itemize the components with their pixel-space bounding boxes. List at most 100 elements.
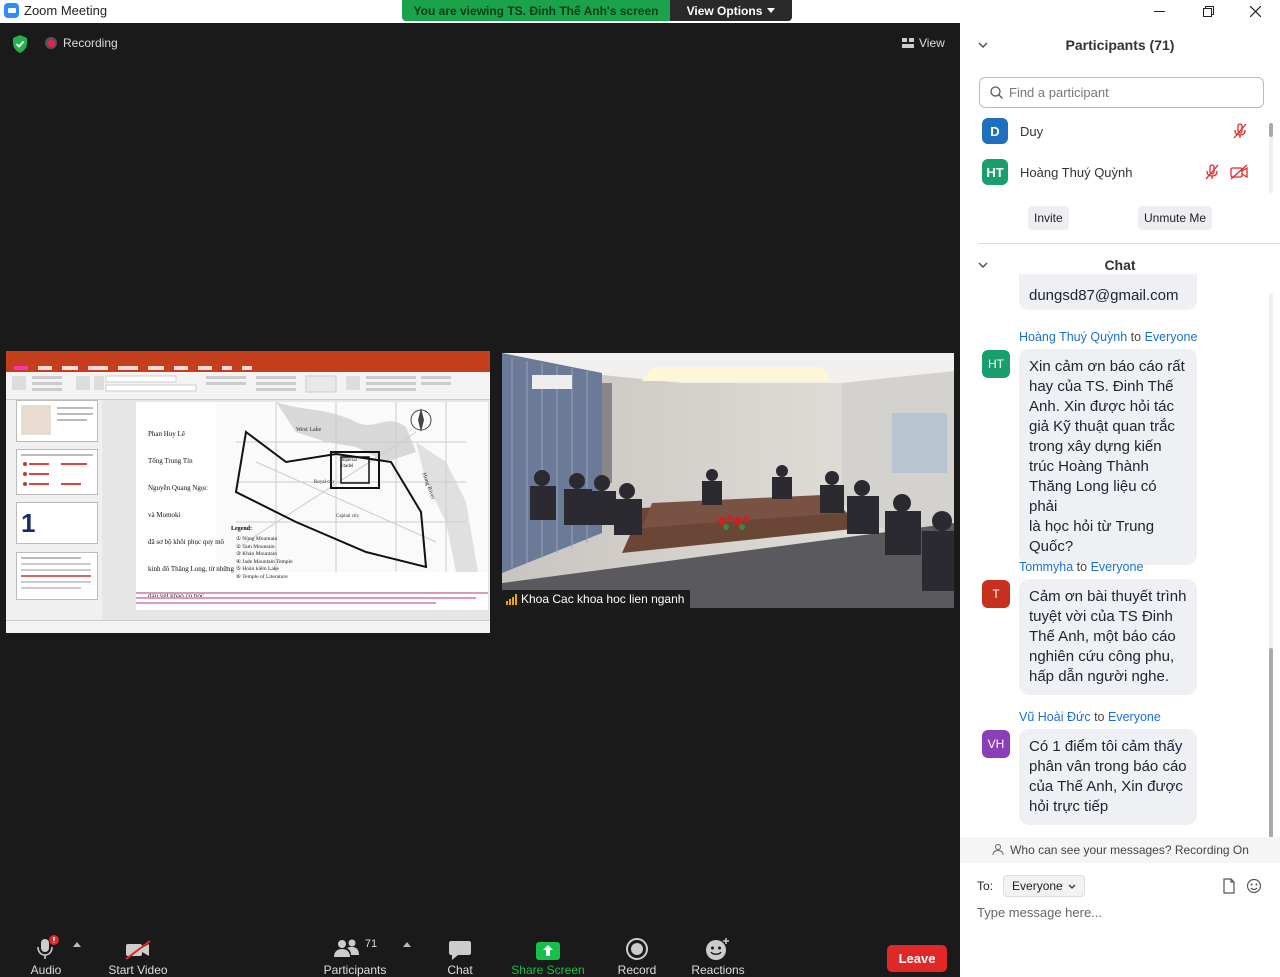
- leave-button[interactable]: Leave: [887, 945, 947, 972]
- close-button[interactable]: [1232, 0, 1278, 23]
- chat-message-bubble[interactable]: Cảm ơn bài thuyết trình tuyệt vời của TS…: [1019, 579, 1197, 695]
- collapse-chevron-icon[interactable]: [978, 262, 988, 268]
- slide-thumbnail[interactable]: [16, 552, 98, 600]
- viewing-banner-text: You are viewing TS. Đinh Thế Anh's scree…: [402, 0, 670, 21]
- slide-thumbnail[interactable]: [16, 400, 98, 442]
- reactions-button[interactable]: Reactions: [688, 933, 748, 977]
- recording-icon: [45, 37, 57, 49]
- message-line: Có 1 điểm tôi cảm thấy: [1029, 738, 1183, 755]
- file-icon[interactable]: [1222, 878, 1236, 894]
- slide-thumbnails: 1: [6, 400, 102, 620]
- collapse-chevron-icon[interactable]: [978, 42, 988, 48]
- avatar: VH: [982, 730, 1010, 758]
- current-slide: Phan Huy Lê Tống Trung Tín Nguyễn Quang …: [136, 402, 488, 610]
- message-line: Cảm ơn bài thuyết trình: [1029, 588, 1187, 605]
- participants-button[interactable]: 71 Participants: [318, 933, 392, 977]
- chat-button[interactable]: Chat: [440, 933, 480, 977]
- maximize-icon: [1202, 6, 1214, 17]
- invite-button[interactable]: Invite: [1028, 206, 1069, 230]
- encryption-shield-icon[interactable]: [12, 35, 28, 53]
- grid-view-icon: [902, 38, 914, 48]
- recording-indicator[interactable]: Recording: [45, 36, 118, 50]
- muted-microphone-icon[interactable]: [1232, 123, 1248, 139]
- minimize-button[interactable]: [1136, 0, 1182, 23]
- message-sender[interactable]: Hoàng Thuý Quỳnh: [1019, 330, 1127, 344]
- video-off-icon[interactable]: [1230, 164, 1248, 180]
- slide-thumbnail[interactable]: [16, 449, 98, 495]
- message-sender[interactable]: Tommyha: [1019, 560, 1073, 574]
- participants-options-button[interactable]: [400, 933, 414, 977]
- unmute-me-button[interactable]: Unmute Me: [1138, 206, 1213, 230]
- chat-scroll-thumb[interactable]: [1269, 648, 1273, 838]
- view-button[interactable]: View: [902, 36, 945, 50]
- audio-button[interactable]: Audio: [28, 933, 64, 977]
- emoji-icon[interactable]: [1246, 878, 1262, 894]
- message-line: hấp dẫn người nghe.: [1029, 668, 1169, 685]
- message-line: trong xây dựng kiến: [1029, 438, 1162, 455]
- chat-bubble-icon: [449, 941, 471, 960]
- slide-thumbnail[interactable]: 1: [16, 502, 98, 544]
- participant-name-label: Khoa Cac khoa hoc lien nganh: [502, 590, 691, 608]
- participants-icon: [333, 939, 359, 957]
- chat-tools: [1222, 878, 1262, 894]
- shared-screen-tile[interactable]: 1 Phan Huy Lê Tống Trung Tín Nguyễn Quan…: [6, 351, 490, 633]
- chevron-down-icon: [767, 8, 776, 13]
- participants-scroll-thumb[interactable]: [1269, 123, 1273, 137]
- participant-video-tile[interactable]: Khoa Cac khoa hoc lien nganh: [502, 353, 954, 608]
- message-line: phân vân trong báo cáo: [1029, 758, 1187, 775]
- view-options-button[interactable]: View Options: [670, 0, 792, 21]
- microphone-icon: [37, 935, 59, 959]
- chat-privacy-note[interactable]: Who can see your messages? Recording On: [960, 837, 1280, 863]
- view-options-label: View Options: [686, 3, 763, 18]
- audio-label: Audio: [30, 963, 62, 977]
- record-button[interactable]: Record: [612, 933, 662, 977]
- message-line: hay của TS. Đinh Thế: [1029, 378, 1174, 395]
- legend-item: ② Tam Mountain: [236, 543, 275, 550]
- message-to: to: [1094, 710, 1105, 724]
- recipient-select[interactable]: Everyone: [1003, 875, 1085, 897]
- legend-item: ③ Khán Mountain: [236, 551, 277, 557]
- muted-microphone-icon[interactable]: [1204, 164, 1220, 180]
- audio-options-button[interactable]: [70, 933, 84, 977]
- window-controls: [960, 0, 1280, 23]
- participant-row[interactable]: D Duy: [982, 118, 1043, 144]
- message-recipient[interactable]: Everyone: [1145, 330, 1198, 344]
- message-line: của Thế Anh, Xin được: [1029, 778, 1183, 795]
- slide-authors: Phan Huy Lê Tống Trung Tín Nguyễn Quang …: [148, 412, 234, 619]
- message-recipient[interactable]: Everyone: [1091, 560, 1144, 574]
- chat-message-bubble[interactable]: Xin cảm ơn báo cáo rất hay của TS. Đinh …: [1019, 349, 1197, 565]
- recipient-value: Everyone: [1012, 879, 1063, 893]
- chat-message-bubble[interactable]: dungsd87@gmail.com: [1019, 274, 1197, 310]
- chat-panel-title: Chat: [1104, 257, 1136, 273]
- slide-notes-strip: [136, 592, 488, 604]
- message-line: Quốc?: [1029, 538, 1074, 555]
- share-screen-button[interactable]: Share Screen: [510, 933, 586, 977]
- chat-message-bubble[interactable]: Có 1 điểm tôi cảm thấy phân vân trong bá…: [1019, 729, 1197, 825]
- maximize-button[interactable]: [1185, 0, 1231, 23]
- chevron-up-icon: [403, 942, 411, 947]
- conference-room-video: [502, 353, 954, 608]
- slide-line: kinh đô Thăng Long, từ những: [148, 565, 235, 573]
- chat-label: Chat: [447, 963, 473, 977]
- message-to: to: [1130, 330, 1142, 344]
- avatar: HT: [982, 159, 1008, 185]
- side-panel: Participants (71) Find a participant D D…: [960, 23, 1280, 977]
- message-line: Anh. Xin được hỏi tác: [1029, 398, 1174, 415]
- participant-row-name: Duy: [1020, 123, 1044, 139]
- share-screen-label: Share Screen: [511, 963, 585, 977]
- powerpoint-ribbon: [6, 372, 490, 400]
- chat-message-header: Vũ Hoài Đức to Everyone: [1019, 710, 1161, 724]
- chat-message-header: Hoàng Thuý Quỳnh to Everyone: [1019, 330, 1197, 344]
- chat-message-input[interactable]: Type message here...: [977, 905, 1267, 920]
- chevron-down-icon: [1068, 884, 1076, 889]
- start-video-button[interactable]: Start Video: [104, 933, 172, 977]
- slide-line: và Momoki: [148, 511, 181, 519]
- search-placeholder: Find a participant: [1009, 85, 1109, 100]
- participant-search-input[interactable]: Find a participant: [979, 77, 1264, 108]
- message-sender[interactable]: Vũ Hoài Đức: [1019, 710, 1091, 724]
- participant-row[interactable]: HT Hoàng Thuý Quỳnh: [982, 159, 1133, 185]
- powerpoint-workspace: 1 Phan Huy Lê Tống Trung Tín Nguyễn Quan…: [6, 400, 490, 620]
- message-recipient[interactable]: Everyone: [1108, 710, 1161, 724]
- avatar: HT: [982, 350, 1010, 378]
- powerpoint-tabs: [6, 363, 490, 372]
